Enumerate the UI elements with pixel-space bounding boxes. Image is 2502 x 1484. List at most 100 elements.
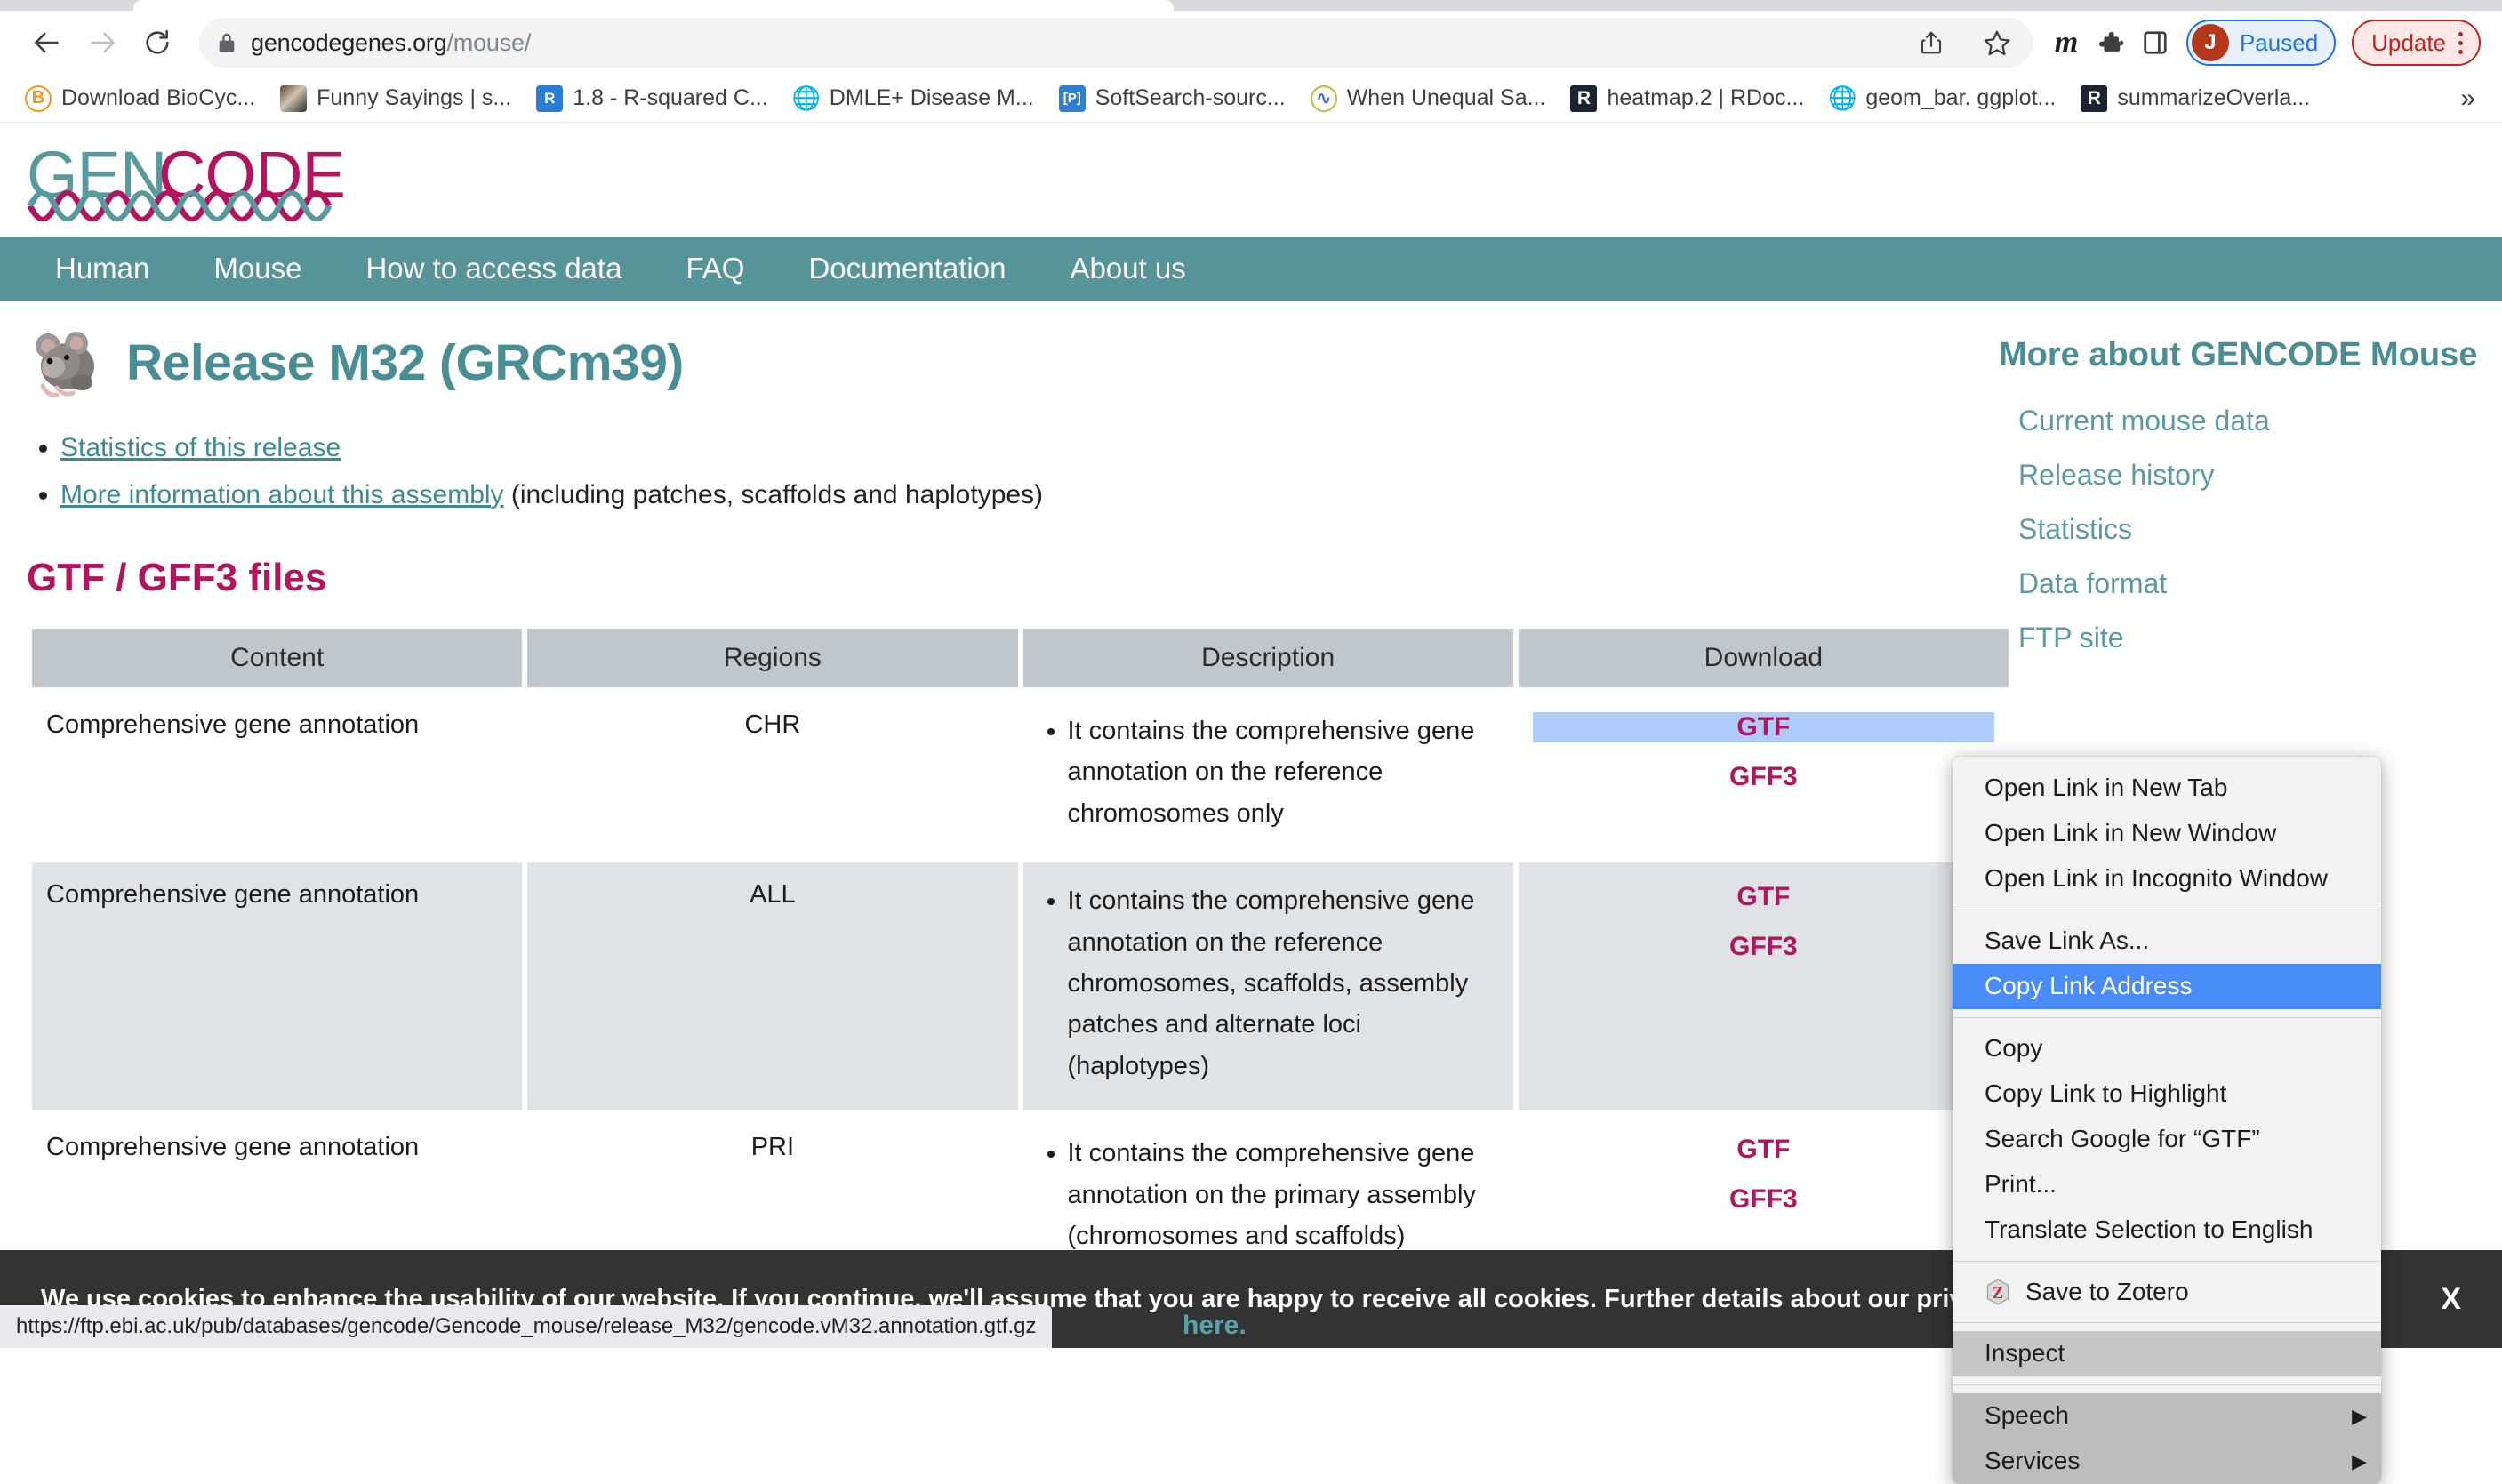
statistics-of-this-release-link[interactable]: Statistics of this release [60, 433, 341, 462]
table-row: Comprehensive gene annotation ALL It con… [32, 862, 2009, 1110]
bookmark-label: summarizeOverla... [2117, 85, 2310, 111]
more-information-about-assembly-link[interactable]: More information about this assembly [60, 480, 504, 509]
list-item: FTP site [1992, 622, 2502, 654]
sidebar-item-data-format[interactable]: Data format [1992, 567, 2167, 599]
update-button[interactable]: Update [2352, 20, 2481, 66]
bookmark-item[interactable]: 🌐DMLE+ Disease M... [781, 80, 1047, 117]
svg-text:GEN: GEN [27, 142, 166, 212]
back-arrow-icon[interactable] [21, 17, 73, 68]
bookmark-item[interactable]: ∿ When Unequal Sa... [1298, 80, 1559, 117]
side-panel-icon[interactable] [2135, 22, 2176, 63]
bookmark-label: heatmap.2 | RDoc... [1607, 85, 1804, 111]
nav-item-human[interactable]: Human [23, 237, 181, 301]
sidebar-item-current-mouse-data[interactable]: Current mouse data [1992, 405, 2270, 437]
download-gtf-link[interactable]: GTF [1533, 882, 1994, 912]
menu-item-inspect[interactable]: Inspect [1953, 1331, 2381, 1376]
download-gff3-link[interactable]: GFF3 [1533, 762, 1994, 792]
menu-item-open-link-in-new-window[interactable]: Open Link in New Window [1953, 811, 2381, 856]
bookmark-item[interactable]: 🌐geom_bar. ggplot... [1816, 80, 2068, 117]
submenu-arrow-icon: ▶ [2352, 1448, 2367, 1474]
nav-item-documentation[interactable]: Documentation [776, 237, 1038, 301]
nav-item-about-us[interactable]: About us [1038, 237, 1217, 301]
download-gtf-link[interactable]: GTF [1533, 712, 1994, 742]
zotero-icon: Z [1985, 1279, 2011, 1305]
download-gtf-link[interactable]: GTF [1533, 1135, 1994, 1165]
table-row: Comprehensive gene annotation CHR It con… [32, 693, 2009, 857]
menu-item-copy-link-address[interactable]: Copy Link Address [1953, 964, 2381, 1009]
forward-arrow-icon[interactable] [76, 17, 128, 68]
bookmarks-overflow-button[interactable]: » [2446, 84, 2490, 114]
bookmark-label: When Unequal Sa... [1347, 85, 1546, 111]
menu-item-label: Speech [1985, 1400, 2069, 1432]
context-menu: Open Link in New Tab Open Link in New Wi… [1953, 757, 2381, 1484]
bookmark-item[interactable]: R1.8 - R-squared C... [524, 80, 781, 117]
bookmark-label: SoftSearch-sourc... [1095, 85, 1286, 111]
cell-download: GTF GFF3 [1519, 693, 2009, 857]
bookmark-item[interactable]: RsummarizeOverla... [2068, 80, 2322, 117]
context-menu-group: Inspect [1953, 1331, 2381, 1376]
globe-favicon: 🌐 [1829, 85, 1856, 112]
menu-item-save-link-as[interactable]: Save Link As... [1953, 918, 2381, 964]
cookie-banner-close-button[interactable]: X [2414, 1282, 2461, 1317]
cell-regions: CHR [527, 693, 1017, 857]
reload-icon[interactable] [132, 17, 183, 68]
menu-item-copy-link-to-highlight[interactable]: Copy Link to Highlight [1953, 1071, 2381, 1117]
profile-status-label: Paused [2240, 29, 2318, 57]
nav-item-faq[interactable]: FAQ [654, 237, 776, 301]
bookmark-item[interactable]: Funny Sayings | s... [268, 80, 524, 117]
sidebar-item-release-history[interactable]: Release history [1992, 459, 2215, 491]
chart-favicon: ∿ [1311, 85, 1337, 112]
browser-window: gencodegenes.org/mouse/ m J Paused Updat… [0, 0, 2502, 1348]
active-tab[interactable] [133, 0, 1174, 11]
menu-item-save-to-zotero[interactable]: Z Save to Zotero [1953, 1270, 2381, 1315]
sourceforge-favicon: [P] [1059, 85, 1086, 112]
nav-item-how-to-access-data[interactable]: How to access data [333, 237, 654, 301]
cookie-here-link[interactable]: here. [1183, 1311, 1247, 1341]
mouse-photo [27, 325, 107, 400]
context-menu-group: Open Link in New Tab Open Link in New Wi… [1953, 766, 2381, 902]
menu-item-open-link-in-incognito-window[interactable]: Open Link in Incognito Window [1953, 856, 2381, 902]
download-gff3-link[interactable]: GFF3 [1533, 1184, 1994, 1215]
photo-favicon [280, 85, 307, 112]
bookmark-label: Funny Sayings | s... [317, 85, 511, 111]
bookmark-item[interactable]: [P] SoftSearch-sourc... [1047, 80, 1298, 117]
menu-item-copy[interactable]: Copy [1953, 1026, 2381, 1071]
sidebar-list: Current mouse data Release history Stati… [1992, 405, 2502, 654]
status-bar-url: https://ftp.ebi.ac.uk/pub/databases/genc… [0, 1305, 1052, 1348]
list-item: Data format [1992, 567, 2502, 600]
nav-item-mouse[interactable]: Mouse [181, 237, 333, 301]
list-item: Statistics [1992, 513, 2502, 546]
puzzle-piece-icon[interactable] [2090, 22, 2131, 63]
kebab-menu-icon[interactable] [2451, 32, 2470, 54]
profile-button[interactable]: J Paused [2186, 20, 2336, 66]
mendeley-extension-icon[interactable]: m [2046, 22, 2087, 63]
menu-separator [1953, 1017, 2381, 1018]
download-gff3-link[interactable]: GFF3 [1533, 932, 1994, 962]
site-logo[interactable]: GEN CODE [0, 123, 2502, 237]
sidebar-title: More about GENCODE Mouse [1992, 336, 2502, 374]
table-header-row: Content Regions Description Download [32, 629, 2009, 687]
context-menu-group: Copy Copy Link to Highlight Search Googl… [1953, 1026, 2381, 1253]
menu-item-search-google-for-gtf[interactable]: Search Google for “GTF” [1953, 1117, 2381, 1162]
star-icon[interactable] [1977, 22, 2017, 63]
cell-content: Comprehensive gene annotation [32, 693, 522, 857]
address-bar[interactable]: gencodegenes.org/mouse/ [199, 18, 2033, 68]
menu-separator [1953, 1261, 2381, 1262]
menu-item-open-link-in-new-tab[interactable]: Open Link in New Tab [1953, 766, 2381, 811]
address-bar-text: gencodegenes.org/mouse/ [251, 29, 531, 57]
bookmark-item[interactable]: BDownload BioCyc... [12, 80, 268, 117]
bookdown-favicon: R [536, 85, 563, 112]
share-icon[interactable] [1911, 22, 1952, 63]
menu-item-translate-selection-to-english[interactable]: Translate Selection to English [1953, 1207, 2381, 1253]
menu-item-print[interactable]: Print... [1953, 1162, 2381, 1207]
menu-item-services[interactable]: Services ▶ [1953, 1439, 2381, 1484]
description-bullet: It contains the comprehensive gene annot… [1068, 710, 1499, 834]
url-domain: gencodegenes.org [251, 29, 447, 56]
bookmark-item[interactable]: Rheatmap.2 | RDoc... [1558, 80, 1816, 117]
cell-regions: ALL [527, 862, 1017, 1110]
update-label: Update [2371, 29, 2446, 57]
browser-toolbar: gencodegenes.org/mouse/ m J Paused Updat… [0, 11, 2502, 75]
sidebar-item-statistics[interactable]: Statistics [1992, 513, 2132, 545]
biocyc-favicon: B [25, 85, 52, 112]
menu-item-speech[interactable]: Speech ▶ [1953, 1393, 2381, 1439]
